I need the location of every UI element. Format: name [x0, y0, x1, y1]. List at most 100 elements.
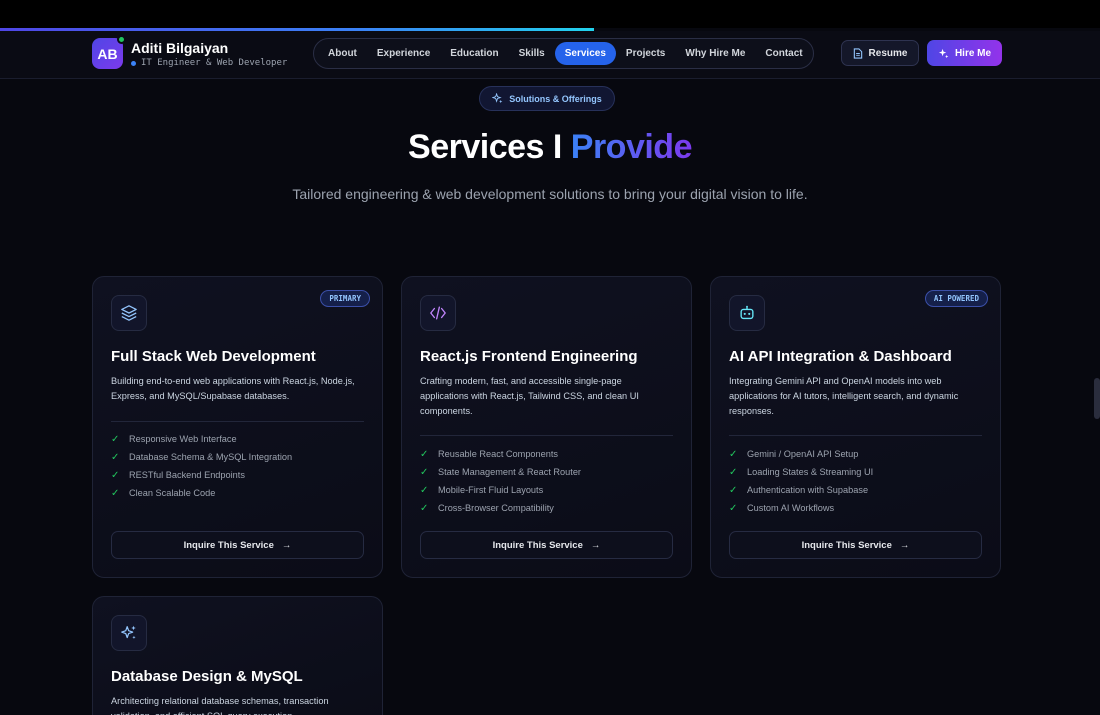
arrow-right-icon: →: [281, 539, 292, 551]
bot-icon: [740, 305, 754, 320]
card-description: Integrating Gemini API and OpenAI models…: [729, 376, 959, 416]
sparkles-icon: [938, 48, 949, 58]
feature-item: ✓ Database Schema & MySQL Integration: [111, 448, 292, 466]
arrow-right-icon: →: [590, 539, 601, 551]
scrollbar-thumb[interactable]: [1094, 378, 1100, 419]
feature-label: Mobile-First Fluid Layouts: [438, 485, 544, 495]
inquire-button-label: Inquire This Service: [183, 539, 274, 551]
feature-label: Database Schema & MySQL Integration: [129, 452, 293, 462]
hire-me-button-label: Hire Me: [954, 47, 992, 59]
arrow-right-icon: →: [899, 539, 910, 551]
nav-item-contact[interactable]: Contact: [755, 42, 812, 65]
card-icon-box: [420, 295, 456, 331]
check-icon: ✓: [111, 451, 120, 463]
hire-me-button[interactable]: Hire Me: [927, 40, 1002, 66]
bullet-dot-icon: [131, 60, 136, 66]
feature-item: ✓ Responsive Web Interface: [111, 430, 292, 448]
feature-label: Cross-Browser Compatibility: [438, 503, 554, 513]
service-card-full-stack: PRIMARY Full Stack Web Development Build…: [92, 276, 383, 578]
feature-label: Reusable React Components: [438, 449, 559, 459]
inquire-button-label: Inquire This Service: [492, 539, 583, 551]
card-description: Crafting modern, fast, and accessible si…: [420, 376, 639, 416]
check-icon: ✓: [729, 448, 738, 460]
feature-label: Authentication with Supabase: [747, 485, 869, 495]
card-description: Architecting relational database schemas…: [111, 696, 329, 715]
card-divider: [729, 435, 982, 436]
inquire-button[interactable]: Inquire This Service →: [420, 531, 673, 559]
check-icon: ✓: [420, 466, 429, 478]
feature-item: ✓ Gemini / OpenAI API Setup: [729, 445, 873, 463]
check-icon: ✓: [420, 502, 429, 514]
check-icon: ✓: [729, 484, 738, 496]
sparkles-icon: [492, 93, 503, 104]
card-title: Full Stack Web Development: [111, 348, 316, 365]
feature-label: Custom AI Workflows: [747, 503, 835, 513]
feature-item: ✓ Loading States & Streaming UI: [729, 463, 873, 481]
card-description: Building end-to-end web applications wit…: [111, 376, 355, 401]
primary-badge: PRIMARY: [320, 290, 370, 307]
nav-item-why-hire-me[interactable]: Why Hire Me: [675, 42, 755, 65]
section-pill: Solutions & Offerings: [479, 86, 615, 111]
check-icon: ✓: [420, 448, 429, 460]
feature-label: Clean Scalable Code: [129, 488, 216, 498]
check-icon: ✓: [111, 487, 120, 499]
code-icon: [430, 306, 446, 320]
layers-icon: [121, 305, 137, 321]
nav-item-services[interactable]: Services: [554, 42, 616, 65]
section-title: Services I Provide: [0, 128, 1100, 167]
feature-label: Loading States & Streaming UI: [747, 467, 874, 477]
inquire-button[interactable]: Inquire This Service →: [729, 531, 982, 559]
check-icon: ✓: [420, 484, 429, 496]
brand-subtitle-text: IT Engineer & Web Developer: [141, 58, 288, 68]
site-header: AB Aditi Bilgaiyan IT Engineer & Web Dev…: [0, 31, 1100, 79]
nav-item-education[interactable]: Education: [440, 42, 508, 65]
check-icon: ✓: [729, 502, 738, 514]
feature-item: ✓ Authentication with Supabase: [729, 481, 873, 499]
nav-item-experience[interactable]: Experience: [367, 42, 440, 65]
feature-item: ✓ Reusable React Components: [420, 445, 581, 463]
sparkles-icon: [121, 625, 136, 639]
check-icon: ✓: [111, 469, 120, 481]
inquire-button-label: Inquire This Service: [801, 539, 892, 551]
nav-item-about[interactable]: About: [318, 42, 367, 65]
online-status-dot: [117, 35, 126, 44]
brand-subtitle: IT Engineer & Web Developer: [131, 58, 287, 68]
check-icon: ✓: [729, 466, 738, 478]
check-icon: ✓: [111, 433, 120, 445]
section-title-main: Services I: [408, 128, 562, 166]
card-title: React.js Frontend Engineering: [420, 348, 638, 365]
card-divider: [111, 421, 364, 422]
feature-item: ✓ Custom AI Workflows: [729, 499, 873, 517]
section-subtitle: Tailored engineering & web development s…: [292, 186, 808, 202]
card-divider: [420, 435, 673, 436]
feature-item: ✓ Cross-Browser Compatibility: [420, 499, 581, 517]
section-pill-label: Solutions & Offerings: [509, 93, 602, 104]
resume-button[interactable]: Resume: [841, 40, 919, 66]
feature-item: ✓ RESTful Backend Endpoints: [111, 466, 292, 484]
ai-powered-badge: AI POWERED: [924, 290, 988, 307]
card-icon-box: [111, 615, 147, 651]
feature-item: ✓ State Management & React Router: [420, 463, 581, 481]
feature-list: ✓ Gemini / OpenAI API Setup ✓ Loading Stat…: [729, 445, 873, 517]
card-icon-box: [729, 295, 765, 331]
feature-item: ✓ Clean Scalable Code: [111, 484, 292, 502]
feature-list: ✓ Responsive Web Interface ✓ Database Sche…: [111, 430, 292, 502]
card-icon-box: [111, 295, 147, 331]
feature-label: Responsive Web Interface: [129, 434, 237, 444]
feature-label: Gemini / OpenAI API Setup: [747, 449, 859, 459]
section-title-accent: Provide: [570, 128, 693, 166]
service-card-database: Database Design & MySQL Architecting rel…: [92, 596, 383, 715]
brand-name[interactable]: Aditi Bilgaiyan: [131, 40, 228, 56]
card-title: Database Design & MySQL: [111, 668, 303, 685]
feature-item: ✓ Mobile-First Fluid Layouts: [420, 481, 581, 499]
nav-item-skills[interactable]: Skills: [509, 42, 555, 65]
nav-item-projects[interactable]: Projects: [616, 42, 675, 65]
inquire-button[interactable]: Inquire This Service →: [111, 531, 364, 559]
document-icon: [853, 47, 862, 59]
service-card-react-frontend: React.js Frontend Engineering Crafting m…: [401, 276, 692, 578]
main-nav: About Experience Education Skills Servic…: [313, 38, 814, 69]
feature-label: State Management & React Router: [438, 467, 581, 477]
card-title: AI API Integration & Dashboard: [729, 348, 952, 365]
feature-label: RESTful Backend Endpoints: [129, 470, 245, 480]
service-card-ai-integration: AI POWERED AI API Integration & Dashboar…: [710, 276, 1001, 578]
